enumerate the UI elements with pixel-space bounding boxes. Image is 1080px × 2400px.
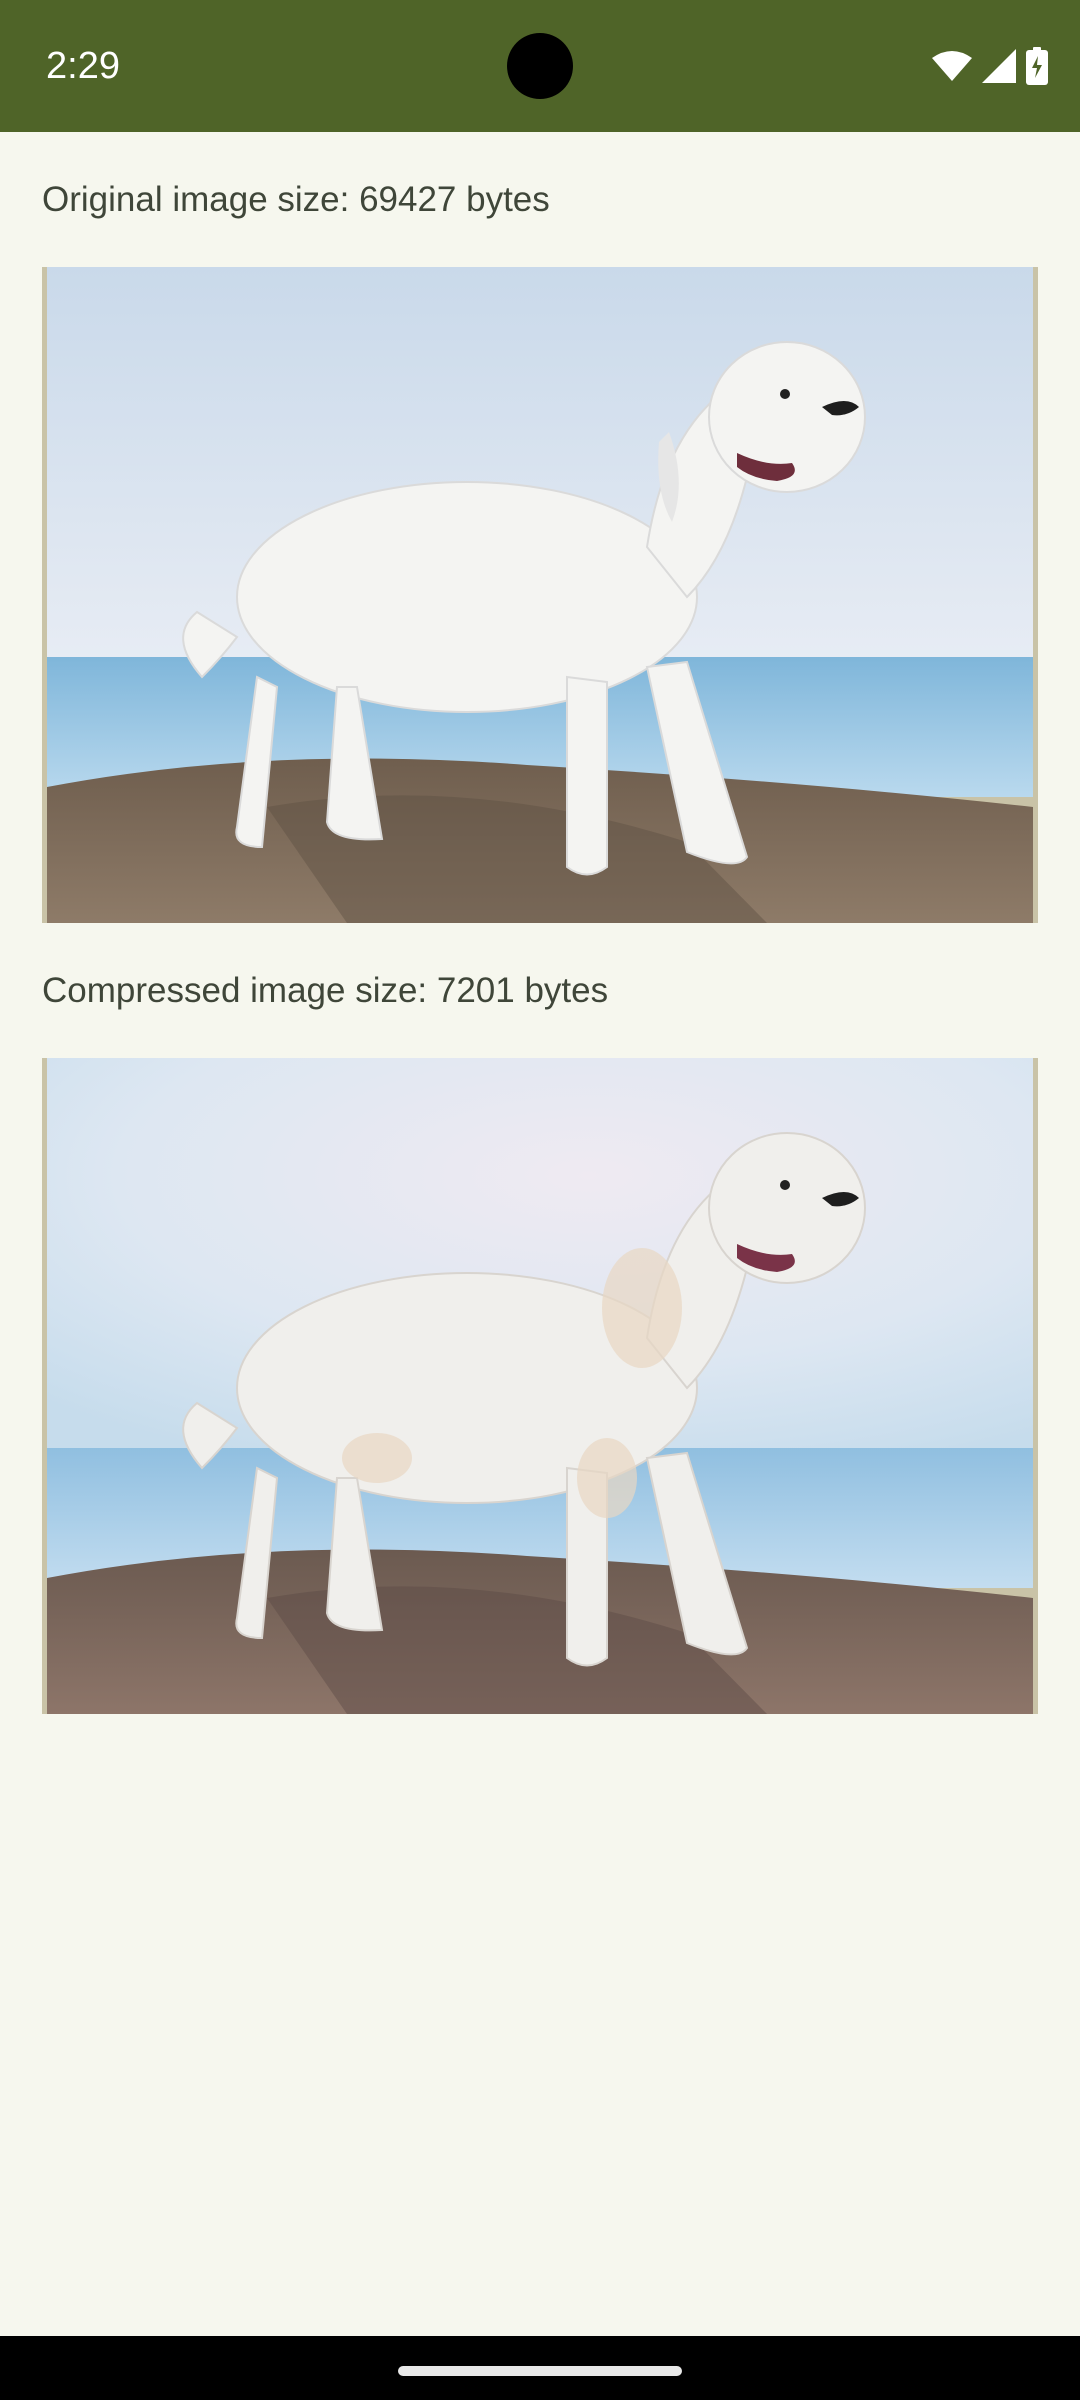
- compressed-size-label: Compressed image size: 7201 bytes: [42, 971, 609, 1010]
- compressed-image: [42, 1058, 1038, 1714]
- original-image: [42, 267, 1038, 923]
- home-indicator[interactable]: [398, 2366, 682, 2376]
- wifi-icon: [932, 50, 972, 82]
- cellular-signal-icon: [982, 49, 1016, 83]
- battery-charging-icon: [1026, 47, 1048, 85]
- camera-cutout: [507, 33, 573, 99]
- status-icons: [932, 46, 1048, 86]
- status-bar: 2:29: [0, 0, 1080, 132]
- status-time: 2:29: [46, 45, 120, 87]
- original-size-label: Original image size: 69427 bytes: [42, 180, 550, 219]
